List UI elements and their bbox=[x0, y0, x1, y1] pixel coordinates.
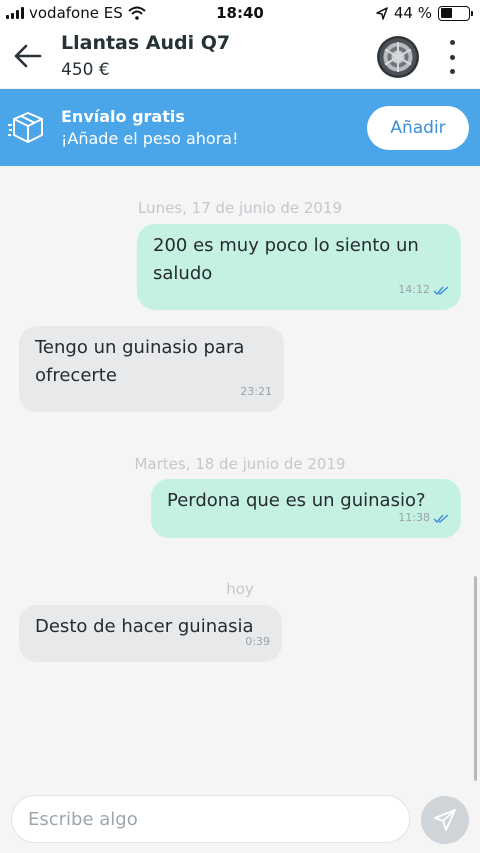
read-ticks-icon bbox=[433, 285, 449, 295]
status-bar: vodafone ES 18:40 44 % bbox=[0, 0, 480, 28]
item-thumbnail[interactable] bbox=[377, 36, 419, 78]
shipping-banner: Envíalo gratis ¡Añade el peso ahora! Aña… bbox=[0, 89, 480, 166]
conversation-header: Llantas Audi Q7 450 € bbox=[0, 28, 480, 88]
message-input[interactable] bbox=[11, 795, 410, 843]
message-time: 23:21 bbox=[240, 385, 272, 398]
message-bubble-outgoing[interactable]: 200 es muy poco lo siento un saludo 14:1… bbox=[137, 224, 461, 310]
message-bubble-incoming[interactable]: Desto de hacer guinasia 0:39 bbox=[19, 605, 282, 662]
message-text: 200 es muy poco lo siento un saludo bbox=[153, 235, 419, 284]
send-icon bbox=[434, 809, 456, 831]
message-text: Perdona que es un guinasio? bbox=[167, 490, 426, 511]
composer-bar bbox=[0, 786, 480, 853]
message-time: 0:39 bbox=[245, 635, 270, 648]
item-title[interactable]: Llantas Audi Q7 bbox=[61, 32, 230, 54]
package-icon bbox=[8, 112, 43, 143]
scrollbar[interactable] bbox=[474, 576, 477, 781]
battery-percent: 44 % bbox=[393, 4, 432, 22]
message-bubble-outgoing[interactable]: Perdona que es un guinasio? 11:38 bbox=[151, 479, 461, 538]
message-text: Tengo un guinasio para ofrecerte bbox=[35, 337, 245, 386]
message-meta: 23:21 bbox=[240, 378, 272, 406]
location-arrow-icon bbox=[376, 6, 388, 20]
message-text: Desto de hacer guinasia bbox=[35, 616, 254, 637]
battery-icon bbox=[438, 5, 473, 21]
send-button[interactable] bbox=[421, 796, 469, 844]
message-meta: 11:38 bbox=[398, 504, 449, 532]
read-ticks-icon bbox=[433, 513, 449, 523]
banner-title: Envíalo gratis bbox=[61, 107, 185, 126]
battery-info: 44 % bbox=[376, 4, 473, 22]
banner-subtitle: ¡Añade el peso ahora! bbox=[61, 129, 239, 148]
message-time: 11:38 bbox=[398, 511, 430, 524]
more-options-icon[interactable] bbox=[442, 40, 462, 74]
item-price: 450 € bbox=[61, 60, 110, 80]
add-weight-button[interactable]: Añadir bbox=[367, 106, 469, 150]
date-separator: Martes, 18 de junio de 2019 bbox=[134, 455, 346, 473]
message-time: 14:12 bbox=[398, 283, 430, 296]
date-separator: Lunes, 17 de junio de 2019 bbox=[137, 199, 343, 217]
message-bubble-incoming[interactable]: Tengo un guinasio para ofrecerte 23:21 bbox=[19, 326, 284, 412]
message-meta: 14:12 bbox=[398, 276, 449, 304]
message-meta: 0:39 bbox=[245, 628, 270, 656]
message-list[interactable]: Lunes, 17 de junio de 2019 200 es muy po… bbox=[0, 166, 480, 786]
date-separator: hoy bbox=[226, 580, 254, 598]
back-arrow-icon[interactable] bbox=[12, 42, 44, 70]
